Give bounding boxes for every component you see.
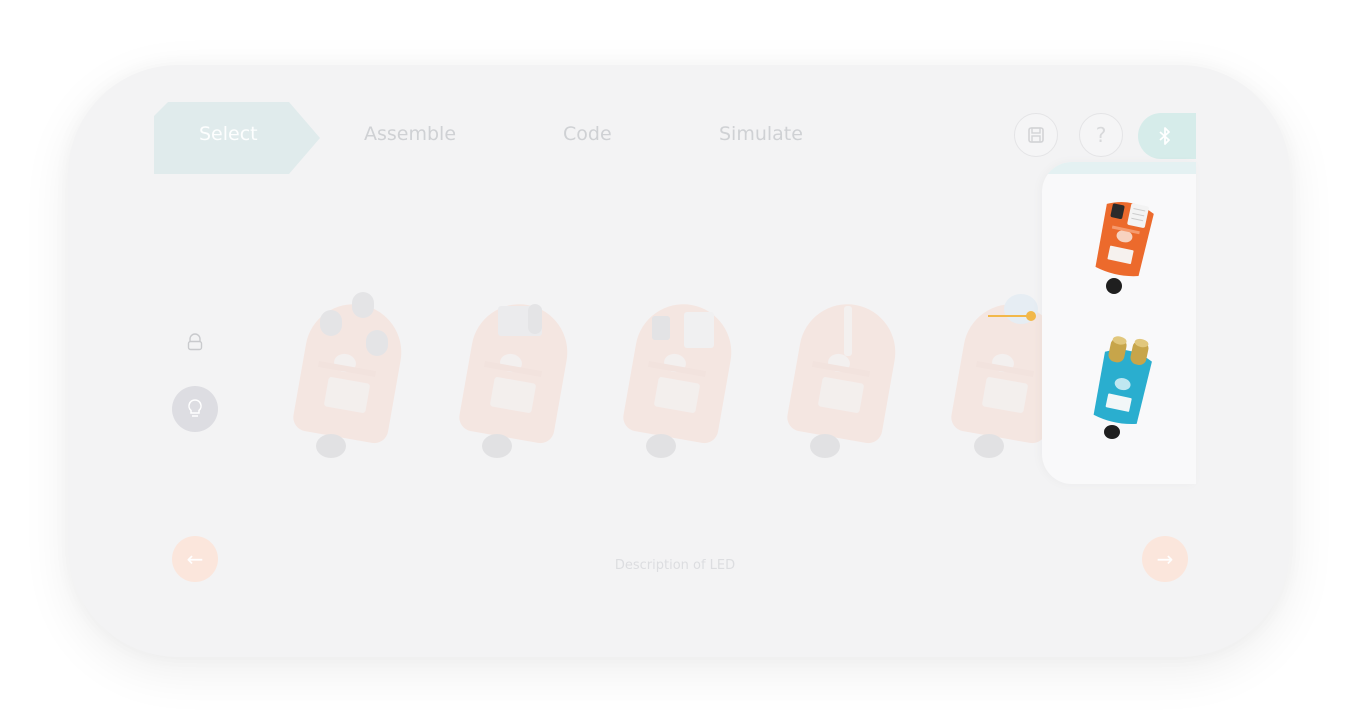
bulb-icon (188, 399, 202, 417)
arrow-left-icon: ← (186, 547, 204, 571)
module-connector (646, 434, 676, 458)
save-icon (1028, 127, 1044, 143)
ultrasonic-sensor[interactable] (1082, 332, 1162, 442)
module-temperature-humidity[interactable] (621, 292, 742, 464)
help-icon: ? (1095, 123, 1107, 147)
pointer-line (988, 315, 1030, 317)
step-simulate-label[interactable]: Simulate (719, 123, 803, 145)
arrow-right-icon: → (1156, 547, 1174, 571)
next-button[interactable]: → (1142, 536, 1188, 582)
step-select-label[interactable]: Select (199, 123, 258, 145)
module-slider[interactable] (785, 292, 906, 464)
module-description: Description of LED (614, 558, 736, 573)
sensor-chip (652, 316, 670, 340)
sensor-popup (1042, 162, 1196, 484)
save-button[interactable] (1014, 113, 1058, 157)
module-connector (810, 434, 840, 458)
bulb-mode-button[interactable] (172, 386, 218, 432)
bluetooth-button[interactable] (1138, 113, 1196, 159)
module-switch[interactable] (457, 292, 578, 464)
module-connector (482, 434, 512, 458)
help-button[interactable]: ? (1079, 113, 1123, 157)
module-connector (316, 434, 346, 458)
step-code-label[interactable]: Code (563, 123, 612, 145)
temperature-humidity-sensor[interactable] (1082, 198, 1162, 308)
module-buttons[interactable] (291, 292, 412, 464)
pointer-dot (1026, 311, 1036, 321)
module-connector (974, 434, 1004, 458)
button-cap (352, 292, 374, 318)
popup-highlight (1042, 162, 1196, 174)
sensor-grille (684, 312, 714, 348)
lock-icon (187, 333, 203, 351)
slider-track (844, 306, 852, 356)
bluetooth-icon (1159, 127, 1170, 145)
button-cap (320, 310, 342, 336)
ultrasonic-sensor-image (1093, 336, 1152, 439)
lock-mode-button[interactable] (186, 333, 204, 351)
button-cap (366, 330, 388, 356)
prev-button[interactable]: ← (172, 536, 218, 582)
step-assemble-label[interactable]: Assemble (364, 123, 456, 145)
temperature-humidity-sensor-image (1095, 201, 1154, 294)
switch-lever (528, 304, 542, 334)
